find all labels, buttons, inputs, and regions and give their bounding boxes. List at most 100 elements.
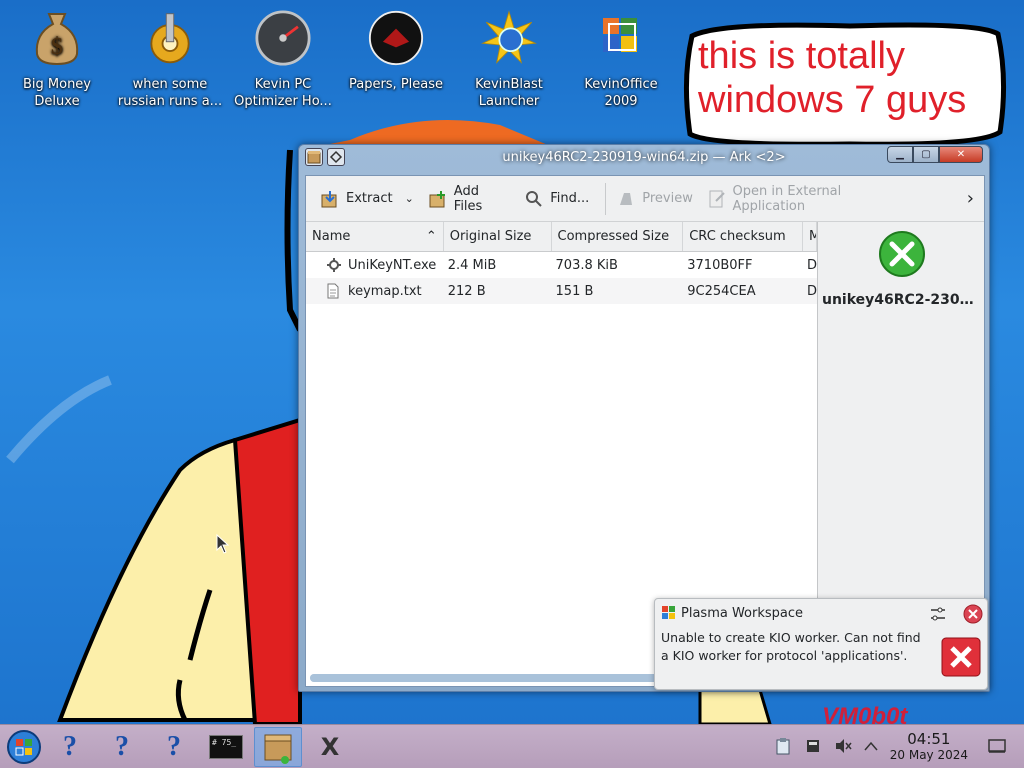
sunburst-icon [481,8,537,68]
notification-title: Plasma Workspace [681,606,804,621]
start-orb-icon [7,730,41,764]
desktop-icon-label: when some russian runs a... [117,77,223,109]
clock[interactable]: 04:51 20 May 2024 [890,731,968,763]
chevron-right-icon: › [966,188,974,209]
desktop-icon-label: Papers, Please [348,77,444,92]
sort-ascending-icon: ⌃ [425,229,437,244]
text-file-icon [326,283,342,299]
file-name: keymap.txt [348,283,422,299]
taskbar-x-app[interactable]: X [306,727,354,767]
taskbar-ark[interactable] [254,727,302,767]
taskbar: ? ? ? # 75_ X 04:51 20 May 2024 [0,724,1024,768]
taskbar-launcher-3[interactable]: ? [150,727,198,767]
desktop-icon-label: KevinOffice 2009 [584,77,658,109]
find-label: Find... [550,191,590,206]
search-icon [524,189,544,209]
file-original-size: 212 B [447,283,486,299]
notification-popup: Plasma Workspace Unable to create KIO wo… [654,598,988,690]
preview-button[interactable]: Preview [612,184,697,214]
mouse-cursor-icon [216,534,230,554]
extract-button[interactable]: Extract ⌄ [316,184,418,214]
file-method: D [807,257,817,273]
money-bag-icon: $ [29,8,85,68]
file-name: UniKeyNT.exe [348,257,437,273]
desktop-icon-big-money[interactable]: $ Big Money Deluxe [2,8,112,110]
table-row[interactable]: UniKeyNT.exe 2.4 MiB 703.8 KiB 3710B0FF … [306,252,817,278]
chevron-down-icon[interactable]: ⌄ [405,192,414,205]
terminal-icon: # 75_ [209,735,243,759]
taskbar-terminal[interactable]: # 75_ [202,727,250,767]
clock-time: 04:51 [907,730,951,748]
desktop-icon-russian[interactable]: when some russian runs a... [115,8,225,110]
file-method: D [807,283,817,299]
add-files-button[interactable]: Add Files [424,184,514,214]
column-header-crc[interactable]: CRC checksum [683,222,803,251]
clock-date: 20 May 2024 [889,748,968,762]
toolbar-overflow-button[interactable]: › [963,184,978,214]
extract-icon [320,189,340,209]
help-icon: ? [167,731,181,762]
minimize-button[interactable]: ▁ [887,146,913,163]
desktop-icon-optimizer[interactable]: Kevin PC Optimizer Ho... [228,8,338,110]
taskbar-launcher-1[interactable]: ? [46,727,94,767]
notification-message: Unable to create KIO worker. Can not fin… [661,630,921,663]
column-header-compressed-size[interactable]: Compressed Size [552,222,684,251]
file-compressed-size: 151 B [555,283,594,299]
terminal-text: # 75_ [212,738,237,747]
svg-text:$: $ [51,34,63,60]
window-titlebar[interactable]: unikey46RC2-230919-win64.zip — Ark <2> ▁… [299,145,989,169]
toolbar-separator [605,182,607,215]
archive-name: unikey46RC2-2309... [822,292,982,308]
desktop-icon-label: Kevin PC Optimizer Ho... [234,77,332,109]
find-button[interactable]: Find... [520,184,593,214]
file-crc: 3710B0FF [687,257,753,273]
configure-icon[interactable] [929,605,947,627]
preview-label: Preview [642,191,693,206]
preview-icon [616,189,636,209]
scrollbar-thumb[interactable] [310,674,660,682]
desktop-icon-label: KevinBlast Launcher [475,77,543,109]
open-external-button[interactable]: Open in External Application [703,184,919,214]
close-notification-button[interactable] [963,604,983,628]
desktop-icon-papers-please[interactable]: Papers, Please [341,8,451,93]
archive-tools-icon [878,230,926,282]
gear-icon [142,8,198,68]
file-list-header: Name ⌃ Original Size Compressed Size CRC… [306,222,817,252]
help-icon: ? [63,731,77,762]
show-desktop-button[interactable] [988,737,1006,755]
column-header-method[interactable]: M [803,222,817,251]
file-original-size: 2.4 MiB [447,257,497,273]
add-files-label: Add Files [453,183,483,214]
column-header-original-size[interactable]: Original Size [444,222,552,251]
chevron-up-icon[interactable] [862,737,880,755]
open-external-label: Open in External Application [732,183,842,214]
storage-icon[interactable] [804,737,822,755]
office-icon [593,8,649,68]
gauge-icon [255,8,311,68]
desktop-icon-kevinoffice[interactable]: KevinOffice 2009 [566,8,676,110]
toolbar: Extract ⌄ Add Files Find... Preview Open… [306,176,984,222]
open-external-icon [707,189,727,209]
archive-box-icon [264,734,292,764]
taskbar-launcher-2[interactable]: ? [98,727,146,767]
speech-bubble-text: this is totally windows 7 guys [698,35,967,121]
close-button[interactable]: ✕ [939,146,983,163]
volume-muted-icon[interactable] [834,737,852,755]
x-app-icon: X [320,733,340,761]
column-header-name[interactable]: Name ⌃ [306,222,444,251]
start-button[interactable] [0,727,48,767]
table-row[interactable]: keymap.txt 212 B 151 B 9C254CEA D [306,278,817,304]
clipboard-icon[interactable] [774,737,792,755]
help-icon: ? [115,731,129,762]
file-compressed-size: 703.8 KiB [555,257,618,273]
extract-label: Extract [346,191,393,206]
file-crc: 9C254CEA [687,283,756,299]
maximize-button[interactable]: ▢ [913,146,939,163]
error-icon [941,637,981,681]
window-title: unikey46RC2-230919-win64.zip — Ark <2> [502,150,786,165]
papers-please-icon [368,8,424,68]
add-files-icon [428,189,448,209]
desktop-icon-kevinblast[interactable]: KevinBlast Launcher [454,8,564,110]
windows-logo-icon [661,605,677,625]
desktop-icon-label: Big Money Deluxe [22,77,91,109]
